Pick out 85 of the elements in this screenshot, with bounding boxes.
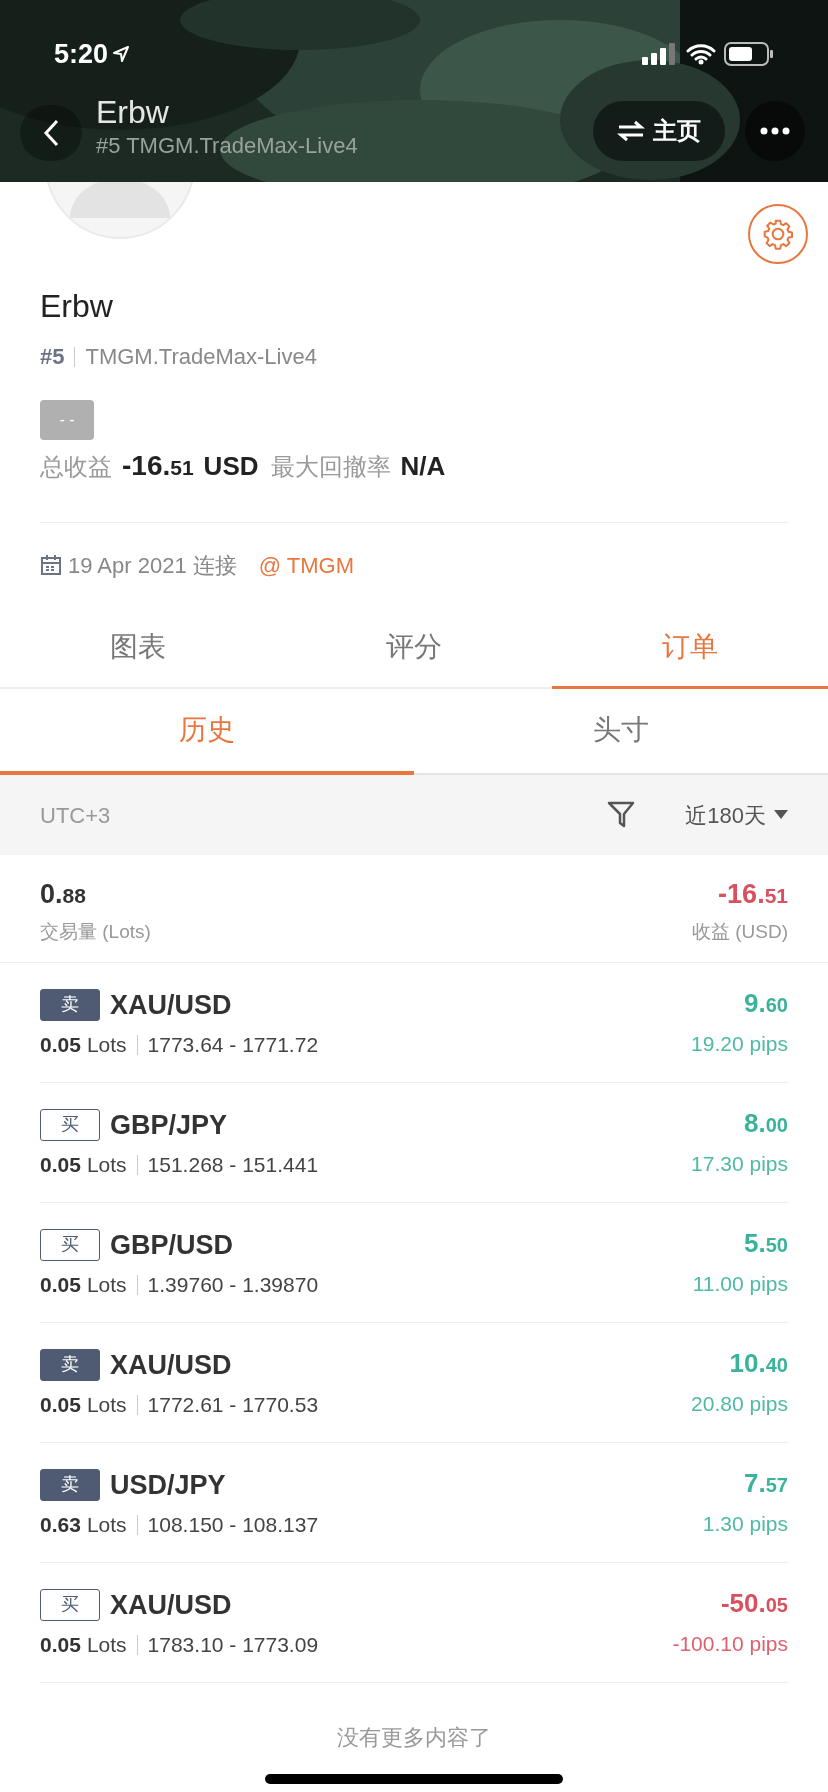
total-profit-label: 总收益 (40, 452, 112, 482)
symbol: XAU/USD (110, 988, 232, 1022)
order-row[interactable]: 卖 XAU/USD 0.05 Lots 1773.64 - 1771.72 9.60 19.20 pips (40, 963, 788, 1083)
side-tag: 卖 (40, 1468, 100, 1501)
lot-unit: Lots (86, 1392, 127, 1418)
price-range: 1772.61 - 1770.53 (147, 1392, 319, 1418)
tab[interactable]: 图表 (0, 607, 276, 689)
price-range: 1773.64 - 1771.72 (147, 1032, 319, 1058)
lot-size: 0.05 (40, 1152, 81, 1178)
calendar-icon (40, 554, 62, 576)
lot-unit: Lots (86, 1512, 127, 1538)
symbol: GBP/USD (110, 1228, 234, 1262)
side-tag: 买 (40, 1228, 100, 1261)
lot-unit: Lots (86, 1032, 127, 1058)
period-dropdown[interactable]: 近180天 (685, 798, 788, 832)
connected-date: 19 Apr 2021 连接 (68, 551, 237, 580)
server-name: TMGM.TradeMax-Live4 (85, 343, 317, 371)
symbol: USD/JPY (110, 1468, 226, 1502)
profit-value: 7.57 (744, 1466, 788, 1500)
nav-title: Erbw (96, 93, 170, 132)
symbol: GBP/JPY (110, 1108, 228, 1142)
settings-icon (762, 218, 794, 250)
caret-icon (774, 810, 788, 820)
price-range: 151.268 - 151.441 (147, 1152, 319, 1178)
pips-value: 1.30 pips (702, 1510, 788, 1537)
side-tag: 买 (40, 1108, 100, 1141)
location-arrow-icon (112, 45, 131, 64)
side-tag: 卖 (40, 988, 100, 1021)
timezone-label: UTC+3 (40, 801, 111, 830)
battery-icon (724, 42, 774, 67)
swap-arrows-icon (617, 120, 645, 142)
pips-value: 19.20 pips (691, 1030, 788, 1057)
price-range: 108.150 - 108.137 (147, 1512, 319, 1538)
volume-value: 0.88 (40, 878, 87, 911)
tab[interactable]: 评分 (276, 607, 552, 689)
back-button[interactable] (20, 105, 82, 161)
wifi-icon (686, 43, 716, 66)
pips-value: -100.10 pips (672, 1630, 788, 1657)
clock-time: 5:20 (54, 38, 109, 71)
max-drawdown-value: N/A (400, 450, 446, 483)
lot-size: 0.05 (40, 1032, 81, 1058)
no-more-content-text: 没有更多内容了 (337, 1724, 491, 1752)
rank: #5 (40, 343, 65, 371)
profit-label: 收益 (USD) (691, 920, 788, 944)
profile-name: Erbw (40, 287, 113, 326)
side-tag: 卖 (40, 1348, 100, 1381)
lot-unit: Lots (86, 1152, 127, 1178)
pips-value: 17.30 pips (691, 1150, 788, 1177)
nav-subtitle: #5 TMGM.TradeMax-Live4 (96, 132, 358, 160)
side-tag: 买 (40, 1588, 100, 1621)
order-row[interactable]: 买 XAU/USD 0.05 Lots 1783.10 - 1773.09 -50.05 -100.10 pips (40, 1563, 788, 1683)
currency-unit: USD (203, 450, 259, 483)
profit-value: -50.05 (720, 1586, 788, 1620)
total-profit-value: -16.51 (122, 449, 194, 483)
profit-value: 8.00 (744, 1106, 788, 1140)
order-row[interactable]: 卖 XAU/USD 0.05 Lots 1772.61 - 1770.53 10.40 20.80 pips (40, 1323, 788, 1443)
status-badge: - - (40, 400, 94, 440)
settings-button[interactable] (748, 204, 808, 264)
price-range: 1783.10 - 1773.09 (147, 1632, 319, 1658)
price-range: 1.39760 - 1.39870 (147, 1272, 319, 1298)
volume-label: 交易量 (Lots) (40, 920, 151, 944)
max-drawdown-label: 最大回撤率 (270, 452, 391, 482)
profit-value: 9.60 (744, 986, 788, 1020)
profit-value: 10.40 (729, 1346, 788, 1380)
more-icon (760, 127, 790, 135)
subtab[interactable]: 头寸 (414, 689, 828, 775)
lot-size: 0.63 (40, 1512, 81, 1538)
signal-icon (642, 43, 678, 66)
profit-value: 5.50 (744, 1226, 788, 1260)
symbol: XAU/USD (110, 1348, 232, 1382)
lot-unit: Lots (86, 1272, 127, 1298)
symbol: XAU/USD (110, 1588, 232, 1622)
lot-size: 0.05 (40, 1632, 81, 1658)
filter-icon[interactable] (607, 800, 636, 830)
order-row[interactable]: 买 GBP/USD 0.05 Lots 1.39760 - 1.39870 5.50 11.00 pips (40, 1203, 788, 1323)
lot-size: 0.05 (40, 1392, 81, 1418)
profit-value: -16.51 (718, 878, 788, 911)
home-button[interactable]: 主页 (593, 101, 725, 161)
pips-value: 20.80 pips (691, 1390, 788, 1417)
lot-unit: Lots (86, 1632, 127, 1658)
order-row[interactable]: 卖 USD/JPY 0.63 Lots 108.150 - 108.137 7.57 1.30 pips (40, 1443, 788, 1563)
pips-value: 11.00 pips (692, 1270, 788, 1297)
lot-size: 0.05 (40, 1272, 81, 1298)
order-row[interactable]: 买 GBP/JPY 0.05 Lots 151.268 - 151.441 8.00 17.30 pips (40, 1083, 788, 1203)
back-icon (43, 119, 59, 147)
